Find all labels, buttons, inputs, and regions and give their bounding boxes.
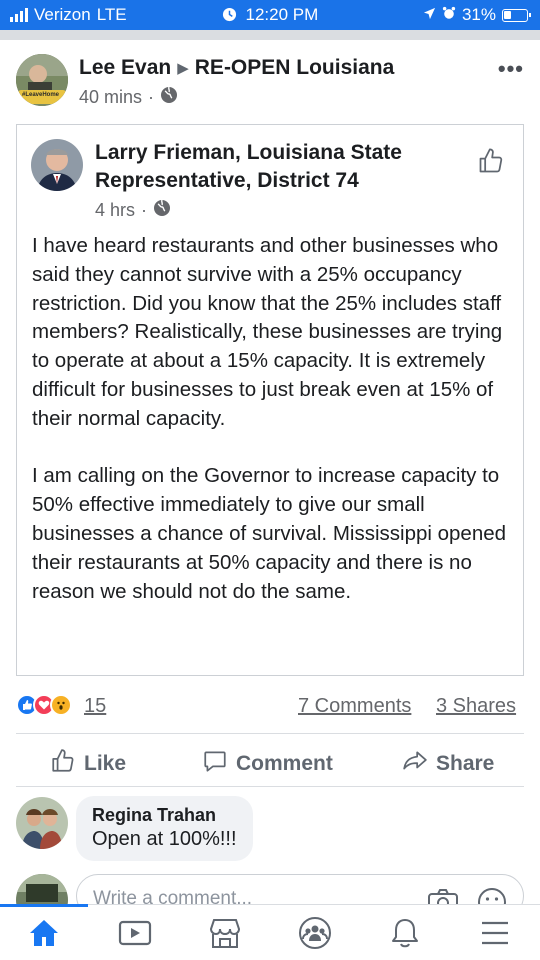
active-tab-indicator (0, 904, 88, 907)
home-icon[interactable] (26, 915, 62, 951)
menu-icon[interactable] (477, 915, 513, 951)
comment-bubble[interactable]: Regina Trahan Open at 100%!!! (76, 796, 253, 861)
like-icon (50, 748, 76, 780)
avatar[interactable]: #LeaveHome (16, 54, 68, 106)
post-paragraph: I have heard restaurants and other busin… (32, 234, 503, 430)
reaction-icons[interactable] (16, 694, 72, 716)
divider (16, 733, 524, 734)
comment-button[interactable]: Comment (202, 748, 333, 780)
alarm-clock-icon (442, 5, 456, 25)
post-paragraph: I am calling on the Governor to increase… (32, 464, 507, 603)
shared-post-author[interactable]: Larry Frieman, Louisiana State Represent… (95, 139, 465, 195)
post-header: #LeaveHome Lee Evan ▶ RE-OPEN Louisiana … (0, 40, 540, 120)
location-icon (423, 5, 436, 25)
share-button-label: Share (436, 752, 495, 775)
like-button-label: Like (84, 752, 127, 775)
bottom-navigation (0, 904, 540, 960)
comments-count-link[interactable]: 7 Comments (298, 695, 411, 718)
video-icon[interactable] (117, 915, 153, 951)
shared-post-time[interactable]: 4 hrs (95, 200, 135, 221)
groups-icon[interactable] (297, 915, 333, 951)
post-group[interactable]: RE-OPEN Louisiana (195, 56, 395, 80)
globe-icon (153, 199, 171, 222)
camera-icon[interactable] (427, 887, 459, 904)
share-button[interactable]: Share (402, 748, 494, 780)
commenter-name[interactable]: Regina Trahan (92, 805, 237, 826)
globe-icon (160, 86, 178, 109)
shared-post-body: I have heard restaurants and other busin… (32, 232, 514, 635)
post-actions: Like Comment Share (0, 736, 540, 786)
commenter-avatar[interactable] (16, 797, 68, 849)
comment-input[interactable]: Write a comment... (76, 874, 524, 904)
wow-reaction-icon (50, 694, 72, 716)
more-options-icon[interactable]: ••• (498, 56, 524, 82)
shared-post-card[interactable]: Larry Frieman, Louisiana State Represent… (16, 124, 524, 676)
comment-composer: Write a comment... (0, 872, 540, 904)
shares-count-link[interactable]: 3 Shares (436, 695, 516, 718)
comment-text: Open at 100%!!! (92, 828, 237, 850)
battery-icon (502, 8, 531, 22)
status-bar: Verizon LTE 12:20 PM 31% (0, 0, 540, 30)
clock-time: 12:20 PM (245, 5, 319, 24)
share-icon (402, 748, 428, 780)
like-button[interactable]: Like (50, 748, 126, 780)
bell-icon[interactable] (387, 915, 423, 951)
post-time[interactable]: 40 mins (79, 87, 142, 108)
alarm-icon (222, 7, 237, 27)
comment-input-placeholder: Write a comment... (93, 888, 253, 904)
marketplace-icon[interactable] (207, 915, 243, 951)
feed-separator (0, 30, 540, 40)
post-author[interactable]: Lee Evan (79, 56, 171, 80)
like-page-icon[interactable] (477, 147, 505, 180)
arrow-right-icon: ▶ (177, 60, 189, 77)
comment-button-label: Comment (236, 752, 333, 775)
reaction-count[interactable]: 15 (84, 695, 106, 718)
dot-separator: · (141, 200, 148, 220)
emoji-icon[interactable] (477, 887, 507, 904)
divider (16, 786, 524, 787)
comment-icon (202, 748, 228, 780)
current-user-avatar (16, 874, 68, 904)
avatar-badge-text: #LeaveHome (22, 92, 60, 98)
comment-item: Regina Trahan Open at 100%!!! (0, 795, 540, 865)
battery-percent: 31% (461, 5, 496, 24)
dot-separator: · (148, 87, 155, 107)
engagement-summary: 15 7 Comments 3 Shares (0, 690, 540, 724)
shared-author-avatar[interactable] (31, 139, 83, 191)
